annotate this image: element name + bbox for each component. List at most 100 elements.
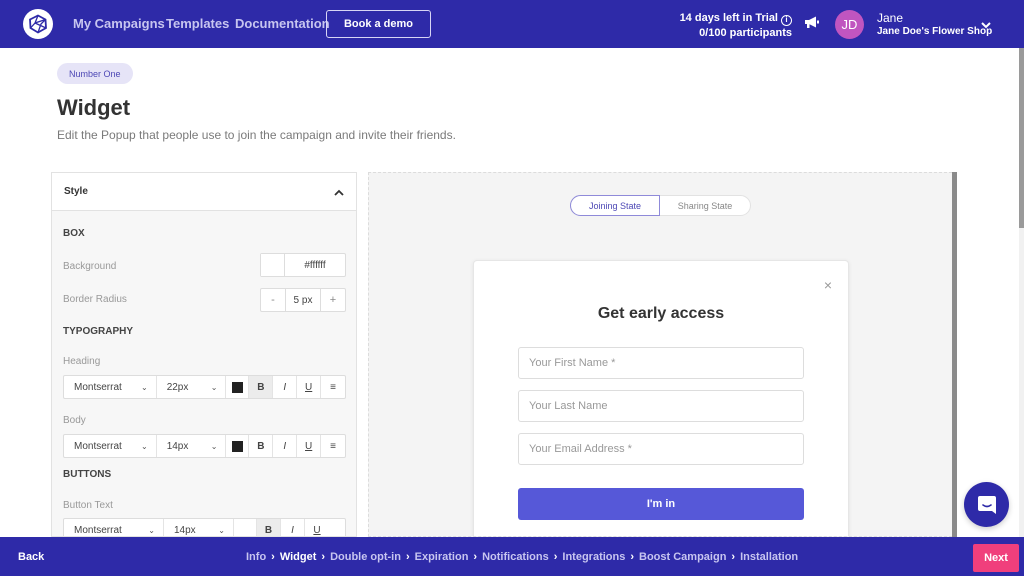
body-size-select[interactable]: 14px ⌄ (157, 435, 227, 457)
buttons-section-label: BUTTONS (63, 469, 112, 480)
step-info[interactable]: Info (246, 551, 266, 563)
avatar[interactable]: JD (835, 10, 864, 39)
chevron-right-icon: › (731, 551, 736, 563)
chevron-down-icon: ⌄ (140, 382, 148, 392)
background-color-swatch[interactable] (261, 254, 285, 276)
nav-my-campaigns[interactable]: My Campaigns (73, 16, 165, 31)
heading-font-select[interactable]: Montserrat ⌄ (64, 376, 157, 398)
user-shop: Jane Doe's Flower Shop (877, 26, 993, 37)
trial-status: 14 days left in Trial i 0/100 participant… (680, 11, 792, 40)
chevron-down-icon: ⌄ (210, 441, 218, 451)
preview-scrollbar[interactable] (952, 172, 957, 537)
page-scrollbar-thumb[interactable] (1019, 48, 1024, 228)
chevron-down-icon: ⌄ (218, 525, 225, 535)
heading-size-select[interactable]: 22px ⌄ (157, 376, 227, 398)
heading-font-value: Montserrat (74, 381, 122, 393)
border-radius-label: Border Radius (63, 294, 127, 305)
style-panel-header[interactable]: Style (52, 173, 356, 211)
button-color-picker[interactable] (234, 519, 257, 536)
step-double-opt-in[interactable]: Double opt-in (330, 551, 401, 563)
heading-underline-button[interactable]: U (297, 376, 322, 398)
border-radius-value[interactable]: 5 px (285, 289, 321, 311)
border-radius-decrement[interactable]: - (261, 289, 285, 311)
button-font-select[interactable]: Montserrat ⌄ (64, 519, 164, 536)
megaphone-icon[interactable] (804, 15, 820, 34)
background-label: Background (63, 261, 117, 272)
body-typography-row: Montserrat ⌄ 14px ⌄ B I U ≡ (63, 434, 346, 458)
chat-icon (977, 495, 996, 514)
heading-align-center-icon[interactable]: ≡ (321, 376, 345, 398)
last-name-field[interactable]: Your Last Name (518, 390, 804, 422)
body-font-select[interactable]: Montserrat ⌄ (64, 435, 157, 457)
background-color-value[interactable]: #ffffff (285, 254, 345, 276)
button-bold-button[interactable]: B (257, 519, 281, 536)
button-size-value: 14px (174, 524, 196, 536)
nav-documentation[interactable]: Documentation (235, 16, 330, 31)
step-expiration[interactable]: Expiration (415, 551, 469, 563)
next-button[interactable]: Next (973, 544, 1019, 572)
button-font-value: Montserrat (74, 524, 122, 536)
chevron-right-icon: › (473, 551, 478, 563)
body-bold-button[interactable]: B (249, 435, 274, 457)
chevron-up-icon[interactable] (334, 183, 344, 201)
step-boost-campaign[interactable]: Boost Campaign (639, 551, 726, 563)
background-color-input[interactable]: #ffffff (260, 253, 346, 277)
email-field[interactable]: Your Email Address * (518, 433, 804, 465)
step-installation[interactable]: Installation (740, 551, 798, 563)
chat-launcher[interactable] (964, 482, 1009, 527)
nav-templates[interactable]: Templates (166, 16, 229, 31)
button-underline-button[interactable]: U (305, 519, 329, 536)
popup-heading: Get early access (597, 305, 725, 322)
heading-color-swatch (231, 381, 243, 393)
chevron-right-icon: › (630, 551, 635, 563)
body-size-value: 14px (166, 440, 189, 452)
chevron-right-icon: › (553, 551, 558, 563)
step-notifications[interactable]: Notifications (482, 551, 549, 563)
body-color-picker[interactable] (226, 435, 250, 457)
typography-section-label: TYPOGRAPHY (63, 326, 134, 337)
chevron-right-icon: › (321, 551, 326, 563)
participants-count: 0/100 participants (699, 27, 792, 39)
tab-sharing-state[interactable]: Sharing State (660, 196, 750, 215)
first-name-field[interactable]: Your First Name * (518, 347, 804, 379)
step-widget[interactable]: Widget (280, 551, 317, 563)
heading-bold-button[interactable]: B (249, 376, 274, 398)
chevron-right-icon: › (405, 551, 410, 563)
heading-size-value: 22px (166, 381, 189, 393)
chevron-down-icon: ⌄ (148, 525, 155, 535)
body-color-swatch (231, 440, 243, 452)
book-demo-button[interactable]: Book a demo (326, 10, 431, 38)
button-color-swatch (239, 524, 251, 536)
tab-joining-state[interactable]: Joining State (570, 195, 660, 216)
heading-label: Heading (63, 356, 101, 367)
step-integrations[interactable]: Integrations (562, 551, 625, 563)
trial-days-text: 14 days left in Trial (679, 12, 778, 24)
back-button[interactable]: Back (18, 551, 44, 563)
body-font-value: Montserrat (74, 440, 122, 452)
border-radius-stepper: - 5 px + (260, 288, 346, 312)
logo-icon[interactable] (23, 9, 53, 39)
chevron-down-icon: ⌄ (210, 382, 218, 392)
heading-italic-button[interactable]: I (273, 376, 298, 398)
page-scrollbar[interactable] (1019, 48, 1024, 537)
style-panel: Style BOX Background #ffffff Border Radi… (51, 172, 357, 537)
chevron-down-icon: ⌄ (140, 441, 148, 451)
state-toggle: Joining State Sharing State (570, 195, 751, 216)
border-radius-increment[interactable]: + (321, 289, 345, 311)
body-align-center-icon[interactable]: ≡ (321, 435, 345, 457)
style-panel-title: Style (64, 186, 88, 197)
user-info[interactable]: Jane Jane Doe's Flower Shop (877, 11, 992, 39)
close-icon[interactable]: × (824, 277, 832, 293)
heading-typography-row: Montserrat ⌄ 22px ⌄ B I U ≡ (63, 375, 346, 399)
heading-color-picker[interactable] (226, 376, 250, 398)
im-in-button[interactable]: I'm in (518, 488, 804, 520)
bottom-bar: Back Info › Widget › Double opt-in › Expira… (0, 537, 1024, 576)
button-size-select[interactable]: 14px ⌄ (164, 519, 234, 536)
body-italic-button[interactable]: I (273, 435, 298, 457)
campaign-badge: Number One (57, 63, 133, 84)
chevron-down-icon[interactable] (981, 16, 991, 34)
body-underline-button[interactable]: U (297, 435, 322, 457)
page-description: Edit the Popup that people use to join t… (57, 128, 456, 142)
button-italic-button[interactable]: I (281, 519, 305, 536)
info-icon[interactable]: i (781, 15, 792, 26)
